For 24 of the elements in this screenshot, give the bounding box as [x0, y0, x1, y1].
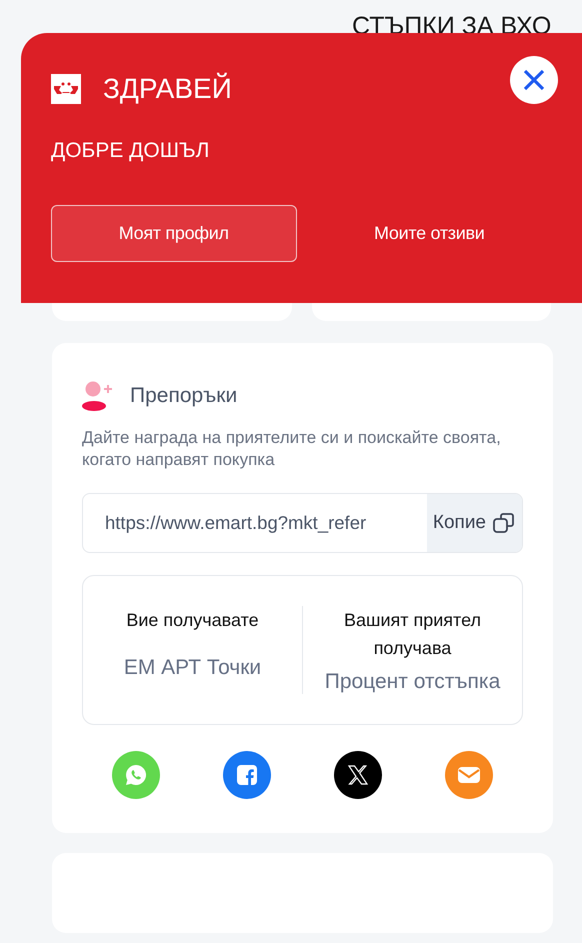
facebook-icon: [235, 763, 259, 787]
reward-heading: Вие получавате: [125, 609, 260, 632]
logo-icon: [51, 74, 81, 104]
facebook-share-button[interactable]: [223, 751, 271, 799]
envelope-icon: [457, 765, 481, 785]
reward-value: Процент отстъпка: [324, 670, 500, 694]
greeting-title: ЗДРАВЕЙ: [103, 73, 232, 105]
reward-value: ЕМ АРТ Точки: [124, 656, 262, 680]
email-share-button[interactable]: [445, 751, 493, 799]
profile-tab[interactable]: Моят профил: [51, 205, 296, 262]
reward-heading: Вашият приятел получава: [342, 609, 482, 660]
welcome-subtitle: ДОБРЕ ДОШЪЛ: [51, 139, 210, 163]
x-share-button[interactable]: [334, 751, 382, 799]
close-icon: [522, 68, 546, 92]
close-button[interactable]: [510, 56, 558, 104]
referral-description: Дайте награда на приятелите си и поискайте своята, когато направят покупка: [82, 427, 502, 471]
copy-button[interactable]: Копие: [426, 494, 522, 552]
x-logo-icon: [346, 763, 370, 787]
copy-icon: [492, 511, 516, 535]
profile-tab[interactable]: Моите отзиви: [306, 205, 552, 262]
referral-link-field[interactable]: https://www.emart.bg?mkt_refer Копие: [82, 493, 523, 553]
add-user-icon: [82, 381, 114, 411]
phone-icon: [123, 762, 149, 788]
section-title: Препоръки: [130, 384, 238, 408]
